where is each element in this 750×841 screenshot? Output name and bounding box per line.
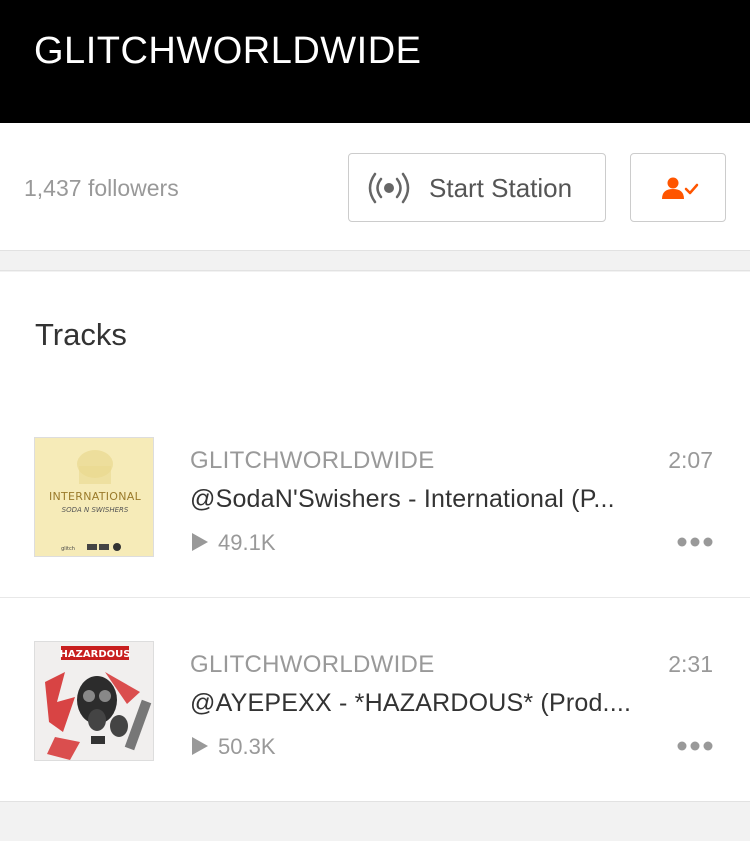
track-artwork[interactable]: HAZARDOUS xyxy=(34,641,154,761)
profile-username: GLITCHWORLDWIDE xyxy=(34,30,422,72)
follow-toggle-button[interactable] xyxy=(630,153,726,222)
artwork-title-text: INTERNATIONAL xyxy=(49,490,142,503)
track-row[interactable]: INTERNATIONAL SODA N SWISHERS glitch GLI… xyxy=(0,437,750,637)
track-title[interactable]: @SodaN'Swishers - International (P... xyxy=(190,485,668,514)
start-station-button[interactable]: Start Station xyxy=(348,153,606,222)
track-duration: 2:07 xyxy=(668,447,713,473)
user-following-icon xyxy=(662,177,699,199)
start-station-label: Start Station xyxy=(429,173,573,203)
more-options-icon[interactable] xyxy=(676,739,714,753)
bottom-spacer xyxy=(0,803,750,825)
artwork-image: INTERNATIONAL SODA N SWISHERS glitch xyxy=(35,438,153,556)
artwork-footer-text: glitch xyxy=(61,546,75,552)
tracks-section: Tracks INTERNATIONAL SODA N SWISHERS gli… xyxy=(0,272,750,802)
followers-count[interactable]: 1,437 followers xyxy=(24,175,179,202)
track-duration: 2:31 xyxy=(668,651,713,677)
play-count: 50.3K xyxy=(218,734,276,759)
broadcast-icon xyxy=(368,172,410,204)
track-title[interactable]: @AYEPEXX - *HAZARDOUS* (Prod.... xyxy=(190,689,668,718)
track-uploader[interactable]: GLITCHWORLDWIDE xyxy=(190,651,435,679)
artwork-image: HAZARDOUS xyxy=(35,642,153,760)
artwork-title-text: HAZARDOUS xyxy=(60,649,131,660)
track-artwork[interactable]: INTERNATIONAL SODA N SWISHERS glitch xyxy=(34,437,154,557)
section-spacer xyxy=(0,251,750,271)
app-header: GLITCHWORLDWIDE xyxy=(0,0,750,123)
track-divider xyxy=(0,597,750,598)
track-uploader[interactable]: GLITCHWORLDWIDE xyxy=(190,447,435,475)
play-count-icon xyxy=(192,533,208,551)
play-count-icon xyxy=(192,737,208,755)
artwork-subtitle-text: SODA N SWISHERS xyxy=(62,506,129,514)
more-options-icon[interactable] xyxy=(676,535,714,549)
play-count: 49.1K xyxy=(218,530,276,555)
tracks-heading: Tracks xyxy=(35,317,127,352)
profile-actions-bar: 1,437 followers Start Station xyxy=(0,123,750,251)
